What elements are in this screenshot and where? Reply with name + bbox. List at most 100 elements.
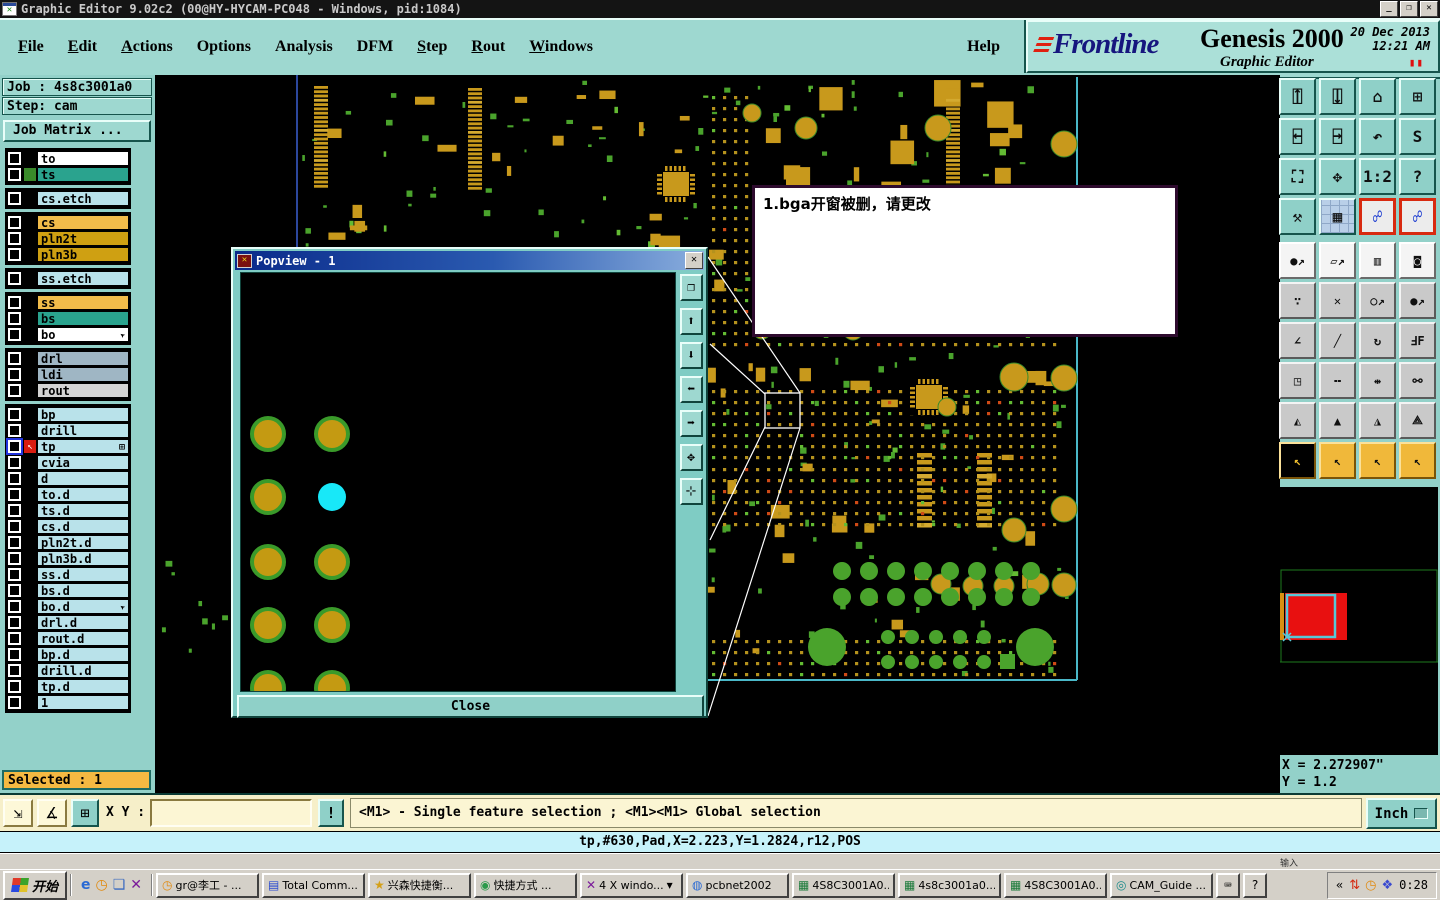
layer-color-swatch[interactable]: ↖ [24,552,36,565]
layer-color-swatch[interactable]: ↖ [24,232,36,245]
menu-item-help[interactable]: Help [967,38,1000,56]
task-button[interactable]: ◎ CAM_Guide ... [1110,872,1214,898]
menu-item[interactable]: DFM [357,38,393,56]
layer-visibility-checkbox[interactable] [8,424,21,437]
layer-color-swatch[interactable]: ↖ [24,352,36,365]
layer-visibility-checkbox[interactable] [8,488,21,501]
layer-visibility-checkbox[interactable] [8,520,21,533]
layer-visibility-checkbox[interactable] [8,312,21,325]
layer-name[interactable]: cs.etch➤⊞ [37,191,129,206]
layer-name[interactable]: ss.d➤⊞ [37,567,129,582]
annotation-note[interactable]: 1.bga开窗被删，请更改 [752,185,1178,337]
menu-item[interactable]: Options [197,38,251,56]
popview-popout-icon[interactable]: ❐ [679,274,703,301]
layer-visibility-checkbox[interactable] [8,152,21,165]
layer-name[interactable]: tp➤⊞ [37,439,129,454]
layer-visibility-checkbox[interactable] [8,456,21,469]
layer-color-swatch[interactable]: ↖ [24,696,36,709]
layer-name[interactable]: cvia➤⊞ [37,455,129,470]
layer-name[interactable]: rout.d➤⊞ [37,631,129,646]
popview-viewport[interactable] [240,272,676,706]
board-canvas[interactable]: 1.bga开窗被删，请更改 ✕ Popview - 1 ✕ ❐ ⬆ ⬇ ⬅ ➡ ✥ ⊹ Cl… [155,75,1280,793]
pan-left-button[interactable]: ⍇ [1279,118,1316,155]
layer-color-swatch[interactable]: ↖ [24,408,36,421]
task-button[interactable]: ★ 兴森快捷衡... [368,872,472,898]
task-button[interactable]: ▦ 4S8C3001A0... [792,872,896,898]
measure-button[interactable]: ▥ [1359,242,1396,279]
layer-visibility-checkbox[interactable] [8,584,21,597]
resize-tool-button[interactable]: ⇲ [3,799,33,827]
layer-color-swatch[interactable]: ↖ [24,536,36,549]
netlist-b-button[interactable]: ☍ [1399,198,1436,235]
layer-color-swatch[interactable]: ↖ [24,312,36,325]
layer-color-swatch[interactable]: ↖ [24,296,36,309]
layer-color-swatch[interactable]: ↖ [24,272,36,285]
signal-icon[interactable]: ⇅ [1349,878,1360,893]
layer-visibility-checkbox[interactable] [8,368,21,381]
s-route-button[interactable]: S [1399,118,1436,155]
layer-name[interactable]: drill➤⊞ [37,423,129,438]
layer-visibility-checkbox[interactable] [8,216,21,229]
ie-icon[interactable]: e [81,877,91,893]
triangle-up-d-button[interactable]: ⟁ [1399,402,1436,439]
layer-name[interactable]: bs➤⊞ [37,311,129,326]
task-button[interactable]: ▦ 4S8C3001A0... [1004,872,1108,898]
layer-name[interactable]: cs.d➤⊞ [37,519,129,534]
angle-tool-button[interactable]: ∡ [37,799,67,827]
layer-visibility-checkbox[interactable] [8,632,21,645]
layer-color-swatch[interactable]: ↖ [24,568,36,581]
layer-visibility-checkbox[interactable] [8,472,21,485]
layer-name[interactable]: to➤⊞ [37,151,129,166]
task-button[interactable]: ◷ gr@李工 - ... [156,872,260,898]
touching-check-button[interactable]: ⚯ [1399,362,1436,399]
layer-name[interactable]: ss➤⊞ [37,295,129,310]
navigator-map[interactable] [1280,487,1438,755]
copy-pad-button[interactable]: ◳ [1279,362,1316,399]
layer-name[interactable]: bo➤⊞ [37,327,129,342]
layer-name[interactable]: bp.d➤⊞ [37,647,129,662]
popview-titlebar[interactable]: ✕ Popview - 1 ✕ [235,251,704,270]
layer-visibility-checkbox[interactable] [8,328,21,341]
fit-view-button[interactable]: ⛶ [1279,158,1316,195]
layer-visibility-checkbox[interactable] [8,504,21,517]
start-button[interactable]: 开始 [3,870,68,900]
layer-color-swatch[interactable]: ↖ [24,504,36,517]
close-button[interactable]: ✕ [1420,1,1438,17]
zoom-in-button[interactable]: ⍐ [1279,78,1316,115]
ime-label[interactable]: 输入 [1280,856,1298,869]
grid-tool-button[interactable]: ⊞ [71,799,99,827]
layer-color-swatch[interactable]: ↖ [24,472,36,485]
layer-name[interactable]: pln3b.d➤⊞ [37,551,129,566]
net-endpoints-button[interactable]: ∵ [1279,282,1316,319]
layer-visibility-checkbox[interactable] [8,552,21,565]
delete-feature-button[interactable]: ✕ [1319,282,1356,319]
layer-visibility-checkbox[interactable] [8,232,21,245]
layer-visibility-checkbox[interactable] [8,272,21,285]
triangle-up-c-button[interactable]: ◮ [1359,402,1396,439]
layer-name[interactable]: bp➤⊞ [37,407,129,422]
help-tray-button[interactable]: ? [1243,872,1268,898]
layer-name[interactable]: pln3b➤⊞ [37,247,129,262]
layer-name[interactable]: pln2t➤⊞ [37,231,129,246]
clock-icon[interactable]: ◷ [96,877,108,893]
xy-input[interactable] [150,799,312,827]
task-button[interactable]: ◍ pcbnet2002 [686,872,790,898]
select-outside-button[interactable]: ↖ [1359,442,1396,479]
move-feature-button[interactable]: ●↗ [1279,242,1316,279]
layer-color-swatch[interactable]: ↖ [24,424,36,437]
layer-visibility-checkbox[interactable] [8,696,21,709]
popview-close-button[interactable]: Close [237,695,704,718]
popview-pan-right-icon[interactable]: ➡ [679,410,703,437]
layer-color-swatch[interactable]: ↖ [24,648,36,661]
layer-name[interactable]: d➤⊞ [37,471,129,486]
layer-name[interactable]: ts➤⊞ [37,167,129,182]
spacing-check-button[interactable]: ⇹ [1359,362,1396,399]
layer-color-swatch[interactable]: ↖ [24,456,36,469]
layer-visibility-checkbox[interactable] [8,168,21,181]
select-inside-button[interactable]: ↖ [1319,442,1356,479]
layer-color-swatch[interactable]: ↖ [24,216,36,229]
layer-name[interactable]: ss.etch➤⊞ [37,271,129,286]
layer-name[interactable]: drl.d➤⊞ [37,615,129,630]
menu-item[interactable]: Rout [471,38,505,56]
layer-visibility-checkbox[interactable] [8,296,21,309]
